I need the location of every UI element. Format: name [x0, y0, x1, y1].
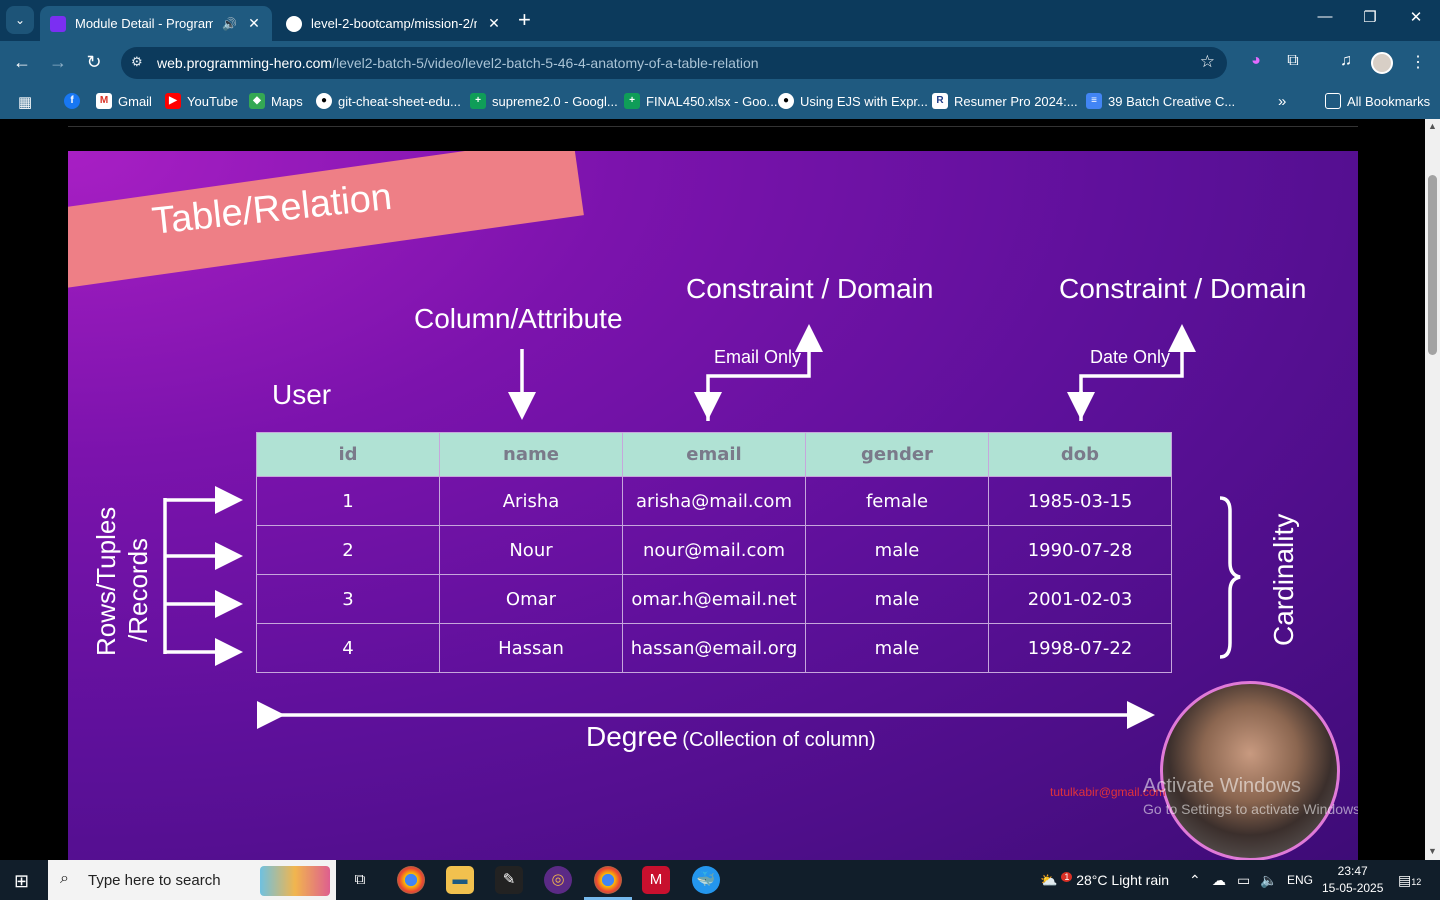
show-hidden-icons[interactable]: ⌃ [1189, 872, 1201, 889]
mcafee-icon[interactable]: M [642, 866, 670, 894]
chrome-icon[interactable] [397, 866, 425, 894]
cardinality-brace [1219, 496, 1241, 659]
forward-button[interactable]: → [46, 52, 70, 73]
windows-start-icon[interactable]: ⊞ [14, 871, 29, 892]
bookmark-batch-creative[interactable]: ≡ 39 Batch Creative C... [1086, 93, 1235, 109]
tab-title: Module Detail - Programming Hero [75, 16, 214, 31]
tab-title: level-2-bootcamp/mission-2/module [311, 16, 477, 31]
page-content: Table/Relation Column/Attribute Constrai… [0, 119, 1425, 860]
search-placeholder: Type here to search [88, 872, 221, 889]
github-icon: ● [778, 93, 794, 109]
bookmark-resumer[interactable]: R Resumer Pro 2024:... [932, 93, 1078, 109]
close-tab-icon[interactable]: ✕ [246, 15, 262, 32]
speaker-icon[interactable]: 🔊 [222, 17, 237, 31]
bookmark-maps[interactable]: ◆ Maps [249, 93, 303, 109]
weather-icon: ⛅ [1040, 872, 1058, 888]
bookmark-gmail[interactable]: M Gmail [96, 93, 152, 109]
back-button[interactable]: ← [10, 52, 34, 73]
facebook-icon: f [64, 93, 80, 109]
sheets-icon: + [624, 93, 640, 109]
notification-center-icon[interactable]: ▤12 [1398, 872, 1421, 889]
reload-button[interactable]: ↻ [82, 52, 106, 73]
tab-strip: ⌄ Module Detail - Programming Hero 🔊 ✕ l… [0, 0, 1440, 41]
docker-icon[interactable]: 🐳 [692, 866, 720, 894]
minimize-button[interactable]: — [1305, 8, 1345, 25]
extensions-puzzle-icon[interactable]: ⧉ [1282, 52, 1304, 70]
bookmark-ejs[interactable]: ● Using EJS with Expr... [778, 93, 928, 109]
search-icon: ⌕ [60, 870, 69, 887]
github-icon [286, 15, 302, 32]
docs-icon: ≡ [1086, 93, 1102, 109]
youtube-icon: ▶ [165, 93, 181, 109]
cardinality-label: Cardinality [1268, 513, 1299, 646]
media-control-icon[interactable]: ♫ [1335, 52, 1357, 70]
weather-text: 28°C Light rain [1076, 872, 1169, 888]
browser-toolbar: ← → ↻ ⚙ web.programming-hero.com/level2-… [0, 41, 1440, 85]
url-text[interactable]: web.programming-hero.com/level2-batch-5/… [157, 55, 759, 71]
page-scrollbar[interactable]: ▲ ▼ [1425, 119, 1440, 860]
folder-icon [1325, 93, 1341, 109]
resumer-icon: R [932, 93, 948, 109]
scroll-thumb[interactable] [1428, 175, 1437, 355]
network-icon[interactable]: ▭ [1237, 872, 1250, 889]
close-window-button[interactable]: ✕ [1396, 8, 1436, 26]
language-indicator[interactable]: ENG [1287, 873, 1313, 887]
video-slide[interactable]: Table/Relation Column/Attribute Constrai… [68, 151, 1358, 860]
restore-button[interactable]: ❐ [1350, 8, 1390, 26]
scroll-down-icon[interactable]: ▼ [1425, 846, 1440, 856]
bookmarks-bar: ▦ f M Gmail ▶ YouTube ◆ Maps ● git-cheat-she… [0, 85, 1440, 119]
menu-icon[interactable]: ⋮ [1407, 52, 1429, 72]
activate-windows-title: Activate Windows [1143, 775, 1301, 797]
all-bookmarks[interactable]: All Bookmarks [1325, 93, 1430, 109]
extension-icon[interactable]: ◕ [1245, 52, 1267, 70]
apps-icon[interactable]: ▦ [18, 93, 32, 111]
maps-icon: ◆ [249, 93, 265, 109]
gmail-icon: M [96, 93, 112, 109]
site-info-icon[interactable]: ⚙ [131, 54, 143, 70]
degree-label: Degree (Collection of column) [586, 721, 876, 752]
programming-hero-favicon [50, 15, 66, 32]
new-tab-button[interactable]: + [518, 9, 531, 31]
inkscape-icon[interactable]: ✎ [495, 866, 523, 894]
windows-taskbar: ⊞ ⌕ Type here to search ⧉ ▬ ✎ ◎ M 🐳 ⛅ 1 … [0, 860, 1440, 900]
scroll-up-icon[interactable]: ▲ [1425, 121, 1440, 131]
weather-badge: 1 [1061, 872, 1073, 882]
taskbar-search[interactable]: ⌕ Type here to search [48, 860, 336, 900]
instructor-webcam [1160, 681, 1340, 860]
sheets-icon: + [470, 93, 486, 109]
onedrive-icon[interactable]: ☁ [1212, 872, 1226, 889]
volume-icon[interactable]: 🔈 [1260, 872, 1277, 889]
email-constraint-arrow [706, 337, 811, 421]
tab-module-detail[interactable]: Module Detail - Programming Hero 🔊 ✕ [40, 6, 272, 41]
bookmark-star-icon[interactable]: ☆ [1200, 52, 1215, 72]
taskbar-clock[interactable]: 23:47 15-05-2025 [1322, 863, 1383, 897]
bookmark-facebook[interactable]: f [64, 93, 80, 109]
address-bar[interactable]: ⚙ web.programming-hero.com/level2-batch-… [121, 47, 1227, 79]
date-constraint-arrow [1079, 337, 1184, 421]
github-icon: ● [316, 93, 332, 109]
bookmark-supreme[interactable]: + supreme2.0 - Googl... [470, 93, 618, 109]
task-view-icon[interactable]: ⧉ [346, 866, 374, 894]
weather-widget[interactable]: ⛅ 1 28°C Light rain [1040, 872, 1169, 889]
close-tab-icon[interactable]: ✕ [486, 15, 502, 32]
file-explorer-icon[interactable]: ▬ [446, 866, 474, 894]
more-bookmarks-icon[interactable]: » [1278, 93, 1286, 110]
tab-github[interactable]: level-2-bootcamp/mission-2/module ✕ [276, 6, 512, 41]
tab-search-button[interactable]: ⌄ [6, 6, 34, 34]
bookmark-final450[interactable]: + FINAL450.xlsx - Goo... [624, 93, 778, 109]
divider [68, 126, 1358, 127]
profile-avatar[interactable] [1371, 52, 1393, 74]
rows-tuples-label: Rows/Tuples /Records [91, 506, 153, 656]
activate-windows-subtitle: Go to Settings to activate Windows. [1143, 801, 1358, 817]
search-highlight-image [260, 866, 330, 896]
bookmark-youtube[interactable]: ▶ YouTube [165, 93, 238, 109]
chrome-profile-icon[interactable] [584, 866, 632, 900]
app-icon[interactable]: ◎ [544, 866, 572, 894]
bookmark-git-cheat-sheet[interactable]: ● git-cheat-sheet-edu... [316, 93, 461, 109]
